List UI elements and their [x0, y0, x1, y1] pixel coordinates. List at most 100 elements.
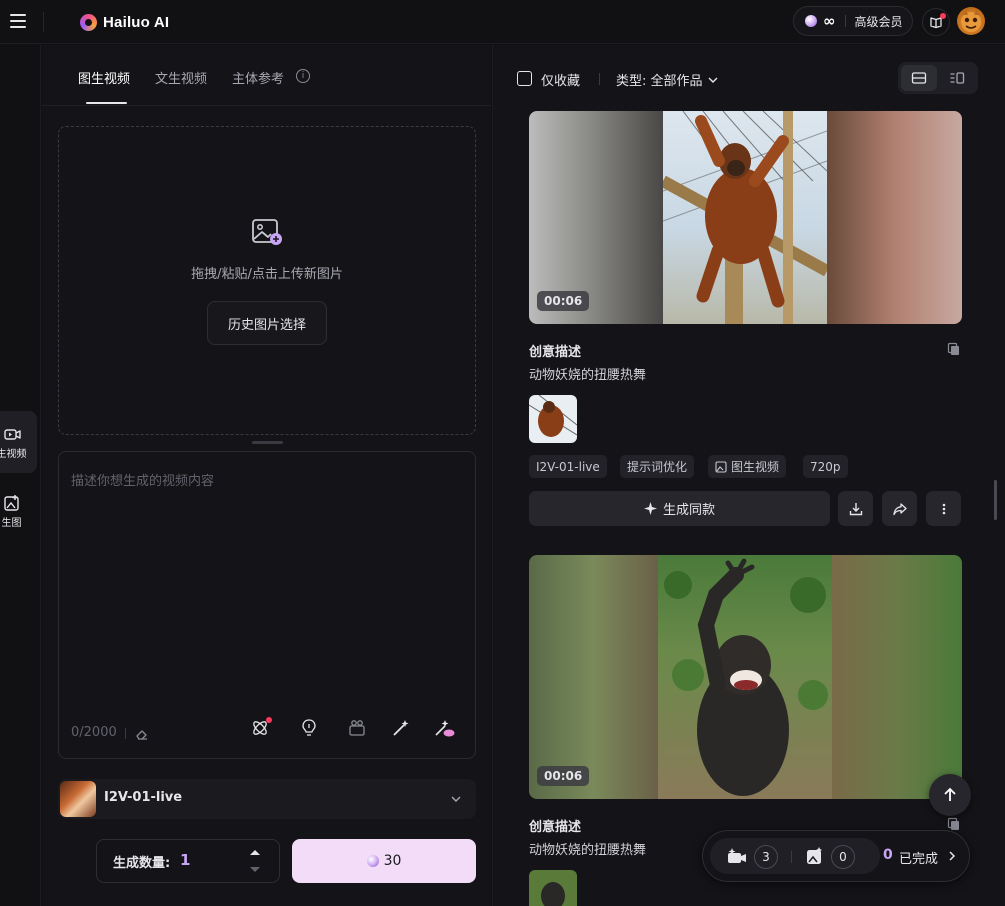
- type-filter-dropdown[interactable]: 类型: 全部作品: [616, 70, 719, 89]
- magic-wand-button[interactable]: [390, 717, 412, 739]
- bonobo-thumbnail: [541, 882, 565, 906]
- prompt-box: [58, 451, 476, 759]
- more-options-button[interactable]: [926, 491, 961, 526]
- history-image-button[interactable]: 历史图片选择: [207, 301, 327, 345]
- share-icon: [892, 502, 907, 515]
- tag-prompt-optimize: 提示词优化: [620, 455, 695, 478]
- image-upload-icon: [252, 219, 282, 245]
- tag-label: I2V-01-live: [536, 459, 600, 474]
- lightbulb-icon: [302, 719, 316, 736]
- video-preview[interactable]: [529, 555, 962, 799]
- logo-text: Hailuo AI: [103, 13, 170, 31]
- card-title: 创意描述: [529, 345, 582, 360]
- divider: [125, 728, 126, 739]
- completed-label: 已完成: [899, 852, 939, 867]
- divider: [43, 12, 44, 32]
- download-icon: [849, 502, 862, 515]
- rail-item-image[interactable]: 生图: [0, 480, 37, 542]
- tag-label: 图生视频: [731, 460, 780, 474]
- model-thumbnail: [60, 781, 96, 817]
- image-queue-count-value: 0: [839, 850, 847, 864]
- subject-tool-button[interactable]: [249, 717, 272, 739]
- copy-icon[interactable]: [947, 342, 961, 356]
- single-column-view-button[interactable]: [901, 65, 937, 91]
- guide-button[interactable]: [922, 8, 950, 36]
- credit-orb-icon: [366, 855, 379, 867]
- inspiration-button[interactable]: [298, 717, 320, 739]
- resize-handle[interactable]: [252, 441, 283, 444]
- tag-resolution: 720p: [803, 455, 848, 478]
- logo[interactable]: Hailuo AI: [80, 11, 169, 33]
- video-camera-icon: [3, 428, 21, 440]
- orangutan-thumbnail: [529, 395, 577, 437]
- type-filter-value: 全部作品: [650, 74, 703, 89]
- avatar[interactable]: [957, 7, 985, 35]
- tag-label: 提示词优化: [627, 460, 688, 474]
- split-view-button[interactable]: [939, 65, 975, 91]
- character-counter: 0/2000: [71, 725, 117, 740]
- eraser-icon[interactable]: [135, 727, 149, 741]
- image-queue-count: 0: [831, 845, 855, 869]
- divider: [844, 15, 846, 27]
- share-button[interactable]: [882, 491, 917, 526]
- list-view-icon: [911, 72, 927, 84]
- notification-dot: [266, 717, 272, 723]
- sparkle-enhance-icon: [435, 720, 455, 737]
- chevron-right-icon[interactable]: [946, 850, 958, 862]
- card-description: 动物妖娆的扭腰热舞: [529, 368, 647, 383]
- tab-subject-reference[interactable]: 主体参考: [232, 68, 284, 87]
- video-queue-count-value: 3: [762, 850, 770, 864]
- tag-image-to-video: 图生视频: [708, 455, 787, 478]
- tab-text-to-video[interactable]: 文生视频: [155, 68, 207, 87]
- divider: [599, 73, 600, 85]
- rail-item-video[interactable]: 生视频: [0, 411, 37, 473]
- tab-image-to-video[interactable]: 图生视频: [78, 68, 130, 87]
- movie-camera-icon: [349, 720, 365, 736]
- chevron-down-icon: [708, 77, 718, 83]
- detail-view-icon: [950, 72, 965, 84]
- sparkle-icon: [643, 502, 657, 515]
- prompt-input[interactable]: [71, 470, 465, 690]
- favorites-checkbox[interactable]: [517, 71, 532, 86]
- type-filter-label: 类型:: [616, 74, 647, 89]
- scrollbar[interactable]: [994, 480, 997, 520]
- unlimited-credits: ∞: [823, 12, 836, 30]
- scroll-to-top-button[interactable]: [929, 774, 971, 816]
- menu-icon[interactable]: [10, 13, 28, 29]
- video-duration: 00:06: [537, 766, 590, 786]
- vip-membership-button[interactable]: ∞ 高级会员: [793, 6, 913, 36]
- download-button[interactable]: [838, 491, 873, 526]
- video-preview[interactable]: [529, 111, 962, 324]
- credit-orb-icon: [805, 15, 817, 27]
- chevron-down-icon: [451, 796, 461, 802]
- video-generation-icon: [728, 848, 746, 863]
- card-description: 动物妖娆的扭腰热舞: [529, 843, 647, 858]
- quantity-arrows[interactable]: [247, 848, 263, 876]
- upload-hint: 拖拽/粘贴/点击上传新图片: [191, 267, 343, 282]
- generate-cost: 30: [383, 853, 402, 869]
- active-tab-indicator: [86, 102, 127, 104]
- copy-icon[interactable]: [947, 817, 961, 831]
- bonobo-image: [664, 558, 828, 796]
- ai-enhance-button[interactable]: [434, 717, 456, 739]
- video-duration: 00:06: [537, 291, 590, 311]
- rail-item-label: 生图: [1, 517, 22, 529]
- generate-button[interactable]: 30: [292, 839, 476, 883]
- card-title: 创意描述: [529, 820, 582, 835]
- generate-same-label: 生成同款: [662, 503, 715, 518]
- source-image-thumbnail[interactable]: [529, 395, 577, 443]
- tag-model: I2V-01-live: [529, 455, 607, 478]
- video-queue-count: 3: [754, 845, 778, 869]
- camera-movement-button[interactable]: [346, 717, 368, 739]
- generate-same-button[interactable]: 生成同款: [529, 491, 830, 526]
- arrow-up-icon: [944, 787, 956, 801]
- quantity-value[interactable]: 1: [180, 851, 190, 869]
- avatar-icon: [961, 10, 981, 32]
- notification-dot: [940, 13, 946, 19]
- stepper-arrows-icon: [250, 850, 260, 872]
- left-rail: [0, 45, 41, 906]
- info-icon[interactable]: i: [296, 69, 310, 83]
- source-image-thumbnail[interactable]: [529, 870, 577, 906]
- image-icon: [715, 460, 727, 473]
- rail-item-label: 生视频: [0, 448, 27, 460]
